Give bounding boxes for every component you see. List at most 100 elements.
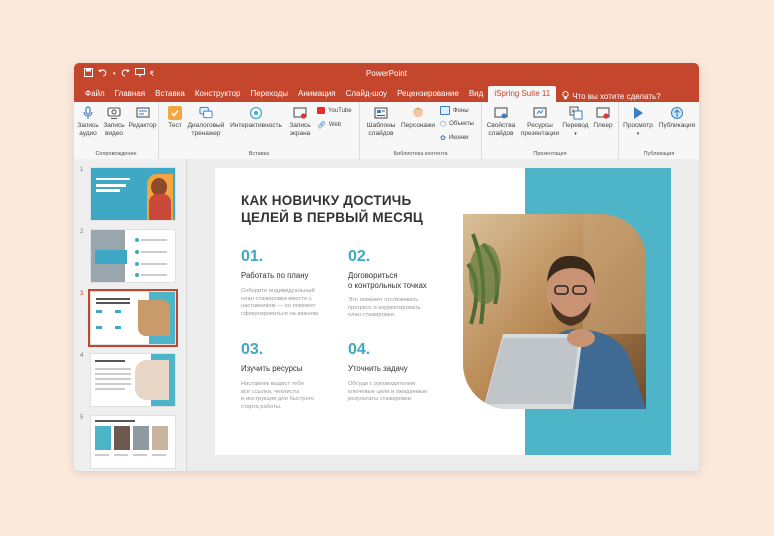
preview-button[interactable]: Просмотр ▾	[621, 106, 655, 138]
group-label-publish: Публикация	[643, 151, 675, 157]
objects-button[interactable]: ⬡ Объекты	[440, 120, 474, 128]
step-desc-line: Это поможет отслеживать	[348, 297, 419, 303]
undo-icon[interactable]	[98, 68, 108, 79]
backgrounds-button[interactable]: Фоны	[440, 106, 469, 115]
dialog-trainer-label-1: Диалоговый	[187, 122, 225, 129]
tab-review[interactable]: Рецензирование	[392, 86, 464, 102]
dropdown-arrow-icon[interactable]: ▾	[113, 71, 116, 77]
slide-editor: КАК НОВИЧКУ ДОСТИЧЬ ЦЕЛЕЙ В ПЕРВЫЙ МЕСЯЦ…	[187, 159, 699, 471]
resources-label-1: Ресурсы	[527, 122, 553, 129]
powerpoint-window: ▾ ₹ PowerPoint Файл Главная Вставка Конс…	[74, 63, 699, 471]
ribbon: Запись аудио Запись видео Редактор Сопро…	[74, 102, 699, 160]
interactivity-button[interactable]: Интерактивность	[227, 106, 285, 130]
tab-slideshow[interactable]: Слайд-шоу	[341, 86, 392, 102]
step-desc-line: план стажировки.	[348, 312, 396, 319]
thumbnail-slide-2[interactable]: 2	[80, 229, 176, 283]
publish-label: Публикация	[658, 122, 696, 129]
thumbnail-slide-1[interactable]: 1	[80, 167, 176, 221]
presentation-resources-button[interactable]: Ресурсы презентации	[519, 106, 561, 138]
thumbnail-image	[90, 353, 176, 407]
icons-icon: ✿	[440, 135, 446, 142]
thumbnail-image	[90, 229, 176, 283]
man-with-laptop-photo	[463, 214, 646, 409]
tab-view[interactable]: Вид	[464, 86, 488, 102]
slide-properties-label-1: Свойства	[486, 122, 516, 129]
microphone-icon	[81, 106, 95, 120]
thumbnail-slide-5[interactable]: 5	[80, 415, 176, 469]
group-accompaniment: Запись аудио Запись видео Редактор Сопро…	[74, 102, 159, 159]
dialog-trainer-button[interactable]: Диалоговый тренажер	[186, 106, 226, 138]
step-title: Работать по плану	[241, 271, 308, 281]
step-desc-line: Обсуди с руководителем	[348, 381, 415, 387]
characters-button[interactable]: Персонажи	[400, 106, 436, 130]
templates-icon	[374, 106, 388, 120]
backgrounds-icon	[440, 106, 450, 115]
thumbnail-slide-3[interactable]: 3	[80, 289, 178, 347]
group-label-accompaniment: Сопровождение	[95, 151, 137, 157]
step-description: Обсуди с руководителем ключевые цели и о…	[348, 381, 427, 404]
step-title: Изучить ресурсы	[241, 364, 302, 374]
step-desc-line: сфокусироваться на важном.	[241, 310, 320, 317]
thumbnail-number: 3	[80, 291, 84, 297]
thumbnail-image	[88, 289, 178, 347]
tab-animation[interactable]: Анимация	[293, 86, 341, 102]
icons-button[interactable]: ✿ Иконки	[440, 134, 469, 142]
current-slide[interactable]: КАК НОВИЧКУ ДОСТИЧЬ ЦЕЛЕЙ В ПЕРВЫЙ МЕСЯЦ…	[215, 168, 671, 455]
test-button[interactable]: Тест	[165, 106, 185, 130]
tab-ispring-suite[interactable]: iSpring Suite 11	[488, 86, 557, 102]
youtube-button[interactable]: YouTube	[317, 107, 352, 114]
objects-label: Объекты	[449, 121, 474, 127]
tab-design[interactable]: Конструктор	[190, 86, 246, 102]
customize-qat-icon[interactable]: ₹	[150, 70, 154, 78]
tab-insert[interactable]: Вставка	[150, 86, 190, 102]
step-desc-line: план стажировки вместе с	[241, 295, 312, 302]
tab-transitions[interactable]: Переходы	[245, 86, 293, 102]
step-number: 04.	[348, 341, 371, 358]
step-desc-line: старта работы.	[241, 403, 282, 410]
editor-button[interactable]: Редактор	[128, 106, 157, 130]
redo-icon[interactable]	[121, 68, 130, 79]
step-description: Наставник выдаст тебе все ссылки, чеклис…	[241, 381, 314, 411]
record-video-button[interactable]: Запись видео	[101, 106, 127, 138]
player-icon	[596, 106, 610, 120]
group-label-insert: Вставка	[248, 151, 270, 157]
step-number: 03.	[241, 341, 264, 358]
web-label: Web	[328, 122, 342, 128]
translation-dropdown-icon: ▾	[574, 131, 577, 137]
slide-templates-label-1: Шаблоны	[366, 122, 396, 129]
ribbon-tabs: Файл Главная Вставка Конструктор Переход…	[74, 84, 699, 102]
tab-home[interactable]: Главная	[110, 86, 150, 102]
quick-access-toolbar: ▾ ₹	[74, 68, 154, 79]
step-desc-line: и инструкции для быстрого	[241, 396, 315, 403]
player-button[interactable]: Плеер	[590, 106, 616, 130]
slide-title-line-1: КАК НОВИЧКУ ДОСТИЧЬ	[241, 193, 412, 208]
interactivity-label: Интерактивность	[230, 122, 282, 129]
record-audio-button[interactable]: Запись аудио	[76, 106, 100, 138]
backgrounds-label: Фоны	[453, 107, 469, 114]
slide-templates-button[interactable]: Шаблоны слайдов	[364, 106, 398, 138]
web-button[interactable]: 🔗︎ Web	[317, 121, 341, 129]
translation-icon: A	[569, 106, 583, 120]
step-title-line: Работать по плану	[241, 271, 309, 280]
translation-label: Перевод	[562, 122, 589, 129]
slide-title[interactable]: КАК НОВИЧКУ ДОСТИЧЬ ЦЕЛЕЙ В ПЕРВЫЙ МЕСЯЦ	[241, 192, 461, 226]
step-desc-line: ключевые цели и ожидаемые	[348, 388, 428, 395]
step-desc-line: Соберите индивидуальный	[241, 288, 315, 294]
step-desc-line: результаты стажировки.	[348, 396, 413, 403]
slide-properties-button[interactable]: Свойства слайдов	[484, 106, 518, 138]
present-icon[interactable]	[134, 68, 145, 79]
webcam-icon	[107, 106, 121, 120]
translation-button[interactable]: A Перевод ▾	[562, 106, 589, 138]
screen-record-label-2: экрана	[289, 130, 311, 137]
publish-button[interactable]: Публикация	[656, 106, 698, 130]
tell-me-box[interactable]: Что вы хотите сделать?	[556, 91, 661, 102]
save-icon[interactable]	[84, 68, 93, 79]
step-desc-line: прогресс и корректировать	[348, 304, 421, 311]
lightbulb-icon	[562, 91, 569, 102]
screen-record-button[interactable]: Запись экрана	[286, 106, 314, 138]
tab-file[interactable]: Файл	[80, 86, 110, 102]
record-audio-label-2: аудио	[79, 130, 97, 137]
icons-label: Иконки	[448, 135, 469, 141]
resources-label-2: презентации	[520, 130, 560, 137]
thumbnail-slide-4[interactable]: 4	[80, 353, 176, 407]
